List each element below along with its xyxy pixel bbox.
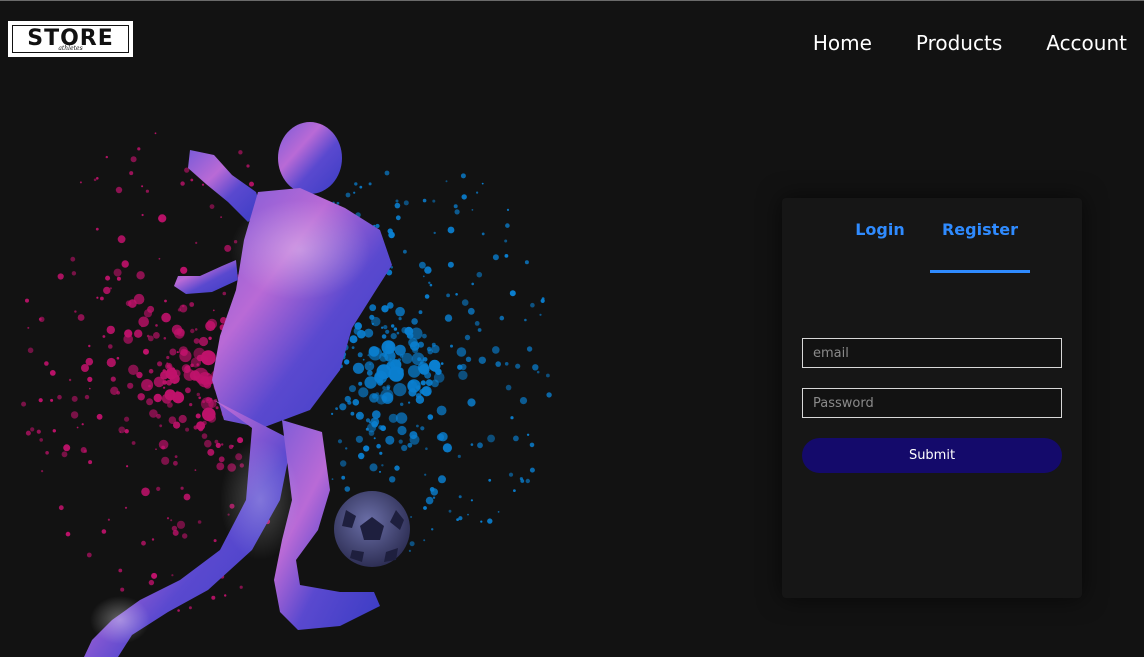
main-nav: Home Products Account [813, 30, 1127, 56]
active-tab-indicator [930, 270, 1030, 273]
player-silhouette [84, 122, 392, 657]
nav-home[interactable]: Home [813, 30, 872, 56]
soccer-player-illustration [21, 122, 552, 657]
submit-button[interactable]: Submit [802, 438, 1062, 473]
auth-tabs: Login Register [782, 218, 1082, 273]
logo-subtext: athletes [58, 45, 83, 52]
auth-panel: Login Register Submit [782, 198, 1082, 598]
soccer-ball-icon [334, 491, 410, 567]
top-border [0, 0, 1144, 1]
logo-frame: STORE athletes [12, 25, 129, 53]
tab-register[interactable]: Register [930, 218, 1030, 254]
password-field[interactable] [802, 388, 1062, 418]
store-logo[interactable]: STORE athletes [8, 21, 133, 57]
email-field[interactable] [802, 338, 1062, 368]
tab-login[interactable]: Login [840, 218, 920, 254]
nav-products[interactable]: Products [916, 30, 1002, 56]
nav-account[interactable]: Account [1046, 30, 1127, 56]
